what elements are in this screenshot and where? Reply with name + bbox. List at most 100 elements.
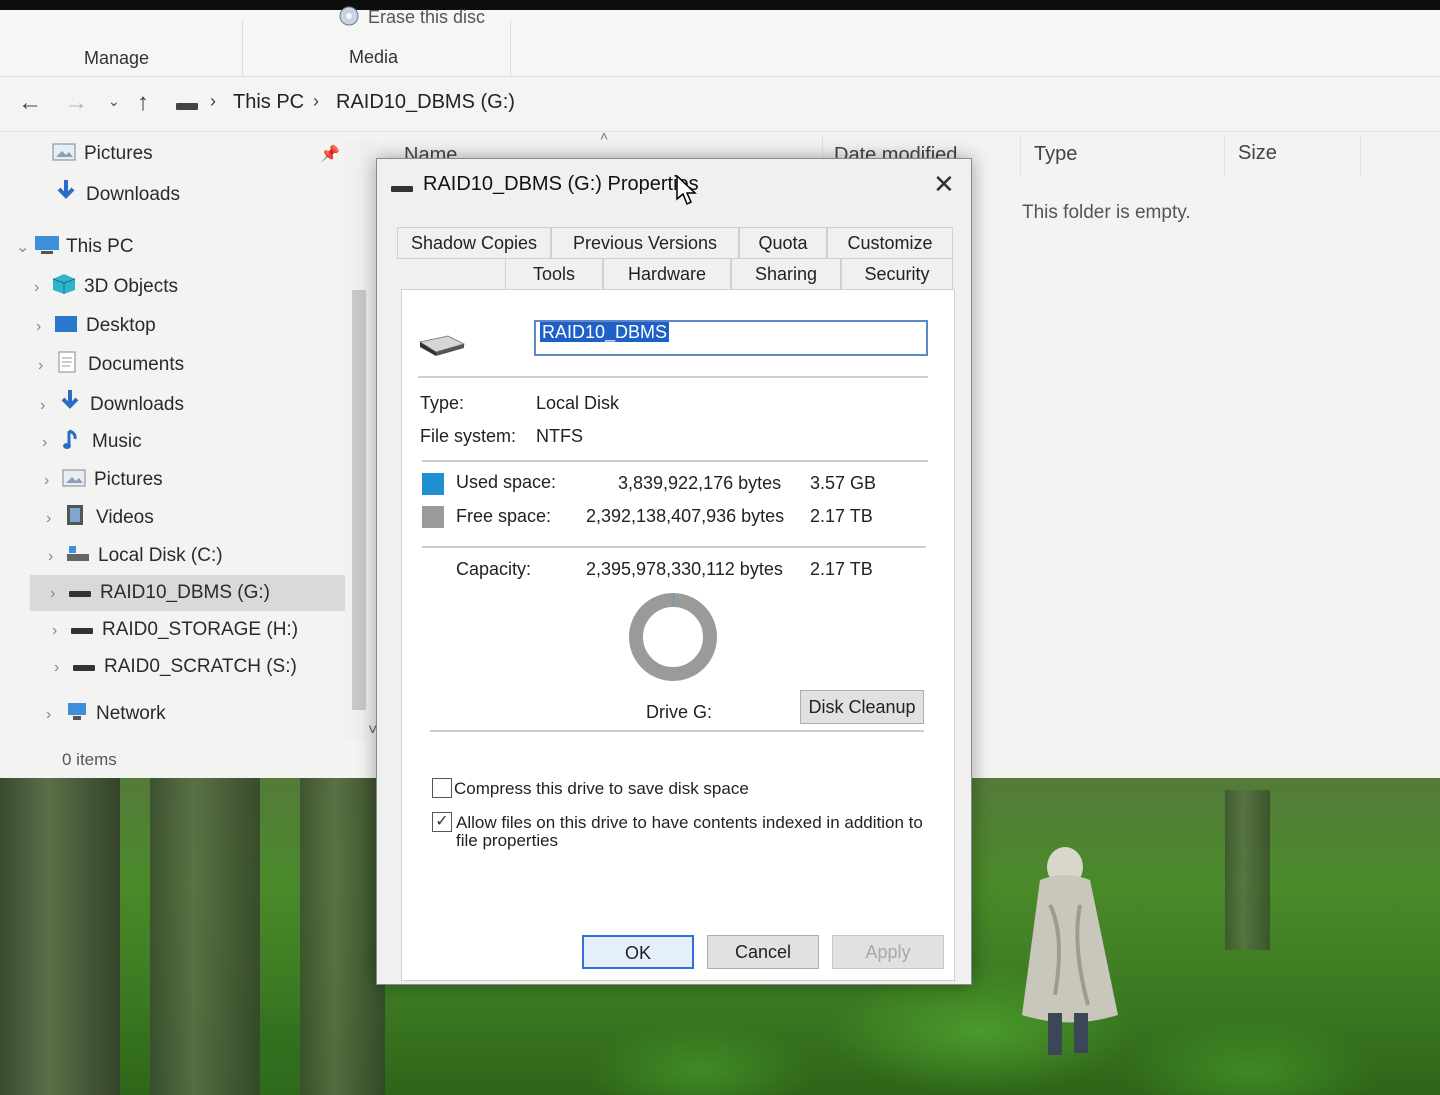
collapsed-chevron-icon[interactable]: › [34, 273, 52, 303]
tree-trunk [300, 770, 385, 1095]
cancel-button[interactable]: Cancel [707, 935, 819, 969]
divider [418, 376, 928, 378]
column-separator[interactable] [1224, 135, 1225, 175]
used-space-bytes: 3,839,922,176 bytes [618, 473, 782, 493]
ribbon-separator [510, 20, 511, 76]
tab-hardware[interactable]: Hardware [603, 258, 731, 290]
tab-customize[interactable]: Customize [827, 227, 953, 259]
collapsed-chevron-icon[interactable]: › [52, 616, 70, 646]
pin-icon[interactable]: 📌 [320, 144, 340, 164]
forward-arrow-icon[interactable]: → [64, 89, 88, 117]
collapsed-chevron-icon[interactable]: › [42, 428, 60, 458]
collapsed-chevron-icon[interactable]: › [38, 351, 56, 381]
allow-indexing-label-continued[interactable]: file properties [456, 830, 558, 851]
collapsed-chevron-icon[interactable]: › [46, 700, 64, 730]
capacity-size: 2.17 TB [810, 559, 873, 579]
nav-item-raid0-storage[interactable]: › RAID0_STORAGE (H:) [52, 615, 298, 645]
drive-icon [418, 334, 466, 358]
free-space-label: Free space: [456, 506, 552, 526]
column-separator[interactable] [1360, 135, 1361, 175]
file-system-label: File system: [420, 426, 517, 446]
network-icon [64, 700, 88, 720]
empty-folder-message: This folder is empty. [1022, 202, 1191, 223]
breadcrumb-this-pc[interactable]: This PC [233, 91, 304, 114]
collapsed-chevron-icon[interactable]: › [48, 542, 66, 572]
close-icon[interactable]: ✕ [933, 169, 955, 200]
nav-item-label: Desktop [86, 315, 156, 336]
nav-item-downloads[interactable]: › Downloads [40, 389, 184, 419]
collapsed-chevron-icon[interactable]: › [40, 391, 58, 421]
tab-shadow-copies[interactable]: Shadow Copies [397, 227, 551, 259]
nav-item-raid0-scratch[interactable]: › RAID0_SCRATCH (S:) [54, 652, 297, 682]
nav-item-label: RAID10_DBMS (G:) [100, 582, 270, 603]
collapsed-chevron-icon[interactable]: › [44, 466, 62, 496]
column-header-type[interactable]: Type [1034, 143, 1077, 166]
nav-item-label: Local Disk (C:) [98, 545, 223, 566]
downloads-icon [54, 179, 78, 199]
collapsed-chevron-icon[interactable]: › [46, 504, 64, 534]
mouse-cursor-icon [676, 175, 697, 206]
nav-item-label: Network [96, 703, 166, 724]
tab-previous-versions[interactable]: Previous Versions [551, 227, 739, 259]
tree-trunk [0, 770, 120, 1095]
column-header-size[interactable]: Size [1238, 142, 1277, 165]
nav-item-documents[interactable]: › Documents [38, 350, 184, 380]
videos-icon [64, 504, 88, 525]
nav-item-pictures-quick[interactable]: Pictures [52, 139, 153, 169]
tree-trunk [1225, 790, 1270, 950]
this-pc-icon [34, 235, 59, 255]
nav-item-this-pc[interactable]: ⌄ This PC [16, 232, 134, 262]
nav-item-desktop[interactable]: › Desktop [36, 311, 156, 341]
allow-indexing-checkbox[interactable]: ✓ [432, 812, 452, 832]
nav-item-label: Music [92, 431, 142, 452]
tab-quota[interactable]: Quota [739, 227, 827, 259]
nav-item-network[interactable]: › Network [46, 699, 166, 729]
downloads-icon [58, 389, 82, 409]
recent-locations-chevron-icon[interactable]: ⌄ [108, 93, 120, 110]
nav-item-local-disk-c[interactable]: › Local Disk (C:) [48, 541, 223, 571]
nav-scrollbar-thumb[interactable] [352, 290, 366, 710]
erase-disc-button[interactable]: Erase this disc [368, 7, 485, 28]
nav-item-downloads-quick[interactable]: Downloads [54, 179, 180, 209]
nav-item-3d-objects[interactable]: › 3D Objects [34, 272, 178, 302]
status-item-count: 0 items [62, 750, 117, 769]
compress-drive-checkbox[interactable] [432, 778, 452, 798]
hooded-figure [1022, 847, 1118, 1055]
erase-disc-icon[interactable] [338, 6, 360, 26]
window-top-edge [0, 0, 1440, 10]
drive-name-input[interactable]: RAID10_DBMS [534, 320, 928, 356]
nav-item-music[interactable]: › Music [42, 427, 142, 457]
breadcrumb-chevron-icon[interactable]: › [313, 91, 319, 112]
apply-button[interactable]: Apply [832, 935, 944, 969]
compress-drive-label[interactable]: Compress this drive to save disk space [454, 778, 749, 799]
file-system-value: NTFS [536, 426, 583, 446]
back-arrow-icon[interactable]: ← [18, 89, 42, 117]
nav-item-label: 3D Objects [84, 276, 178, 297]
disk-usage-ring [629, 593, 717, 681]
disk-cleanup-button[interactable]: Disk Cleanup [800, 690, 924, 724]
divider [430, 730, 924, 732]
nav-item-label: Downloads [90, 394, 184, 415]
capacity-bytes: 2,395,978,330,112 bytes [586, 559, 783, 579]
free-space-swatch [422, 506, 444, 528]
nav-item-raid10-dbms[interactable]: › RAID10_DBMS (G:) [50, 578, 270, 608]
tab-tools[interactable]: Tools [505, 258, 603, 290]
collapsed-chevron-icon[interactable]: › [54, 653, 72, 683]
ribbon-group-media: Media [349, 47, 399, 67]
column-separator[interactable] [1020, 135, 1021, 175]
nav-item-videos[interactable]: › Videos [46, 503, 154, 533]
collapsed-chevron-icon[interactable]: › [36, 312, 54, 342]
sort-ascending-icon: ˄ [600, 128, 609, 144]
expanded-chevron-icon[interactable]: ⌄ [16, 233, 34, 263]
nav-item-label: Pictures [84, 143, 153, 164]
nav-item-pictures[interactable]: › Pictures [44, 465, 163, 495]
breadcrumb-chevron-icon[interactable]: › [210, 91, 216, 112]
breadcrumb-current-drive[interactable]: RAID10_DBMS (G:) [336, 91, 515, 114]
up-arrow-icon[interactable]: ↑ [137, 89, 149, 117]
tab-sharing[interactable]: Sharing [731, 258, 841, 290]
type-label: Type: [420, 393, 465, 413]
used-space-label: Used space: [456, 472, 557, 492]
collapsed-chevron-icon[interactable]: › [50, 579, 68, 609]
ok-button[interactable]: OK [582, 935, 694, 969]
tab-security[interactable]: Security [841, 258, 953, 290]
